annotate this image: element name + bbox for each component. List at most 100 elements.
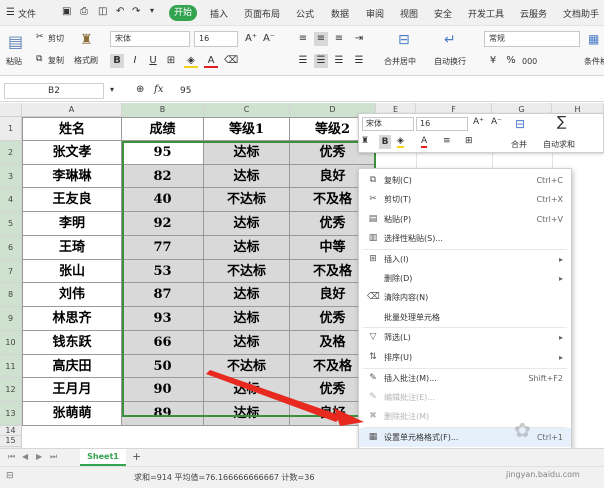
quick-access-dropdown-icon[interactable]: ▾ <box>150 6 154 15</box>
cut-icon[interactable]: ✂ <box>36 32 44 42</box>
mini-increase-font-icon[interactable]: A⁺ <box>473 117 484 127</box>
table-cell[interactable]: 张山 <box>22 259 122 284</box>
thousands-button[interactable]: 000 <box>522 57 537 66</box>
select-all-corner[interactable] <box>0 103 22 117</box>
italic-button[interactable]: I <box>128 54 142 68</box>
percent-button[interactable]: % <box>504 54 518 68</box>
paste-button[interactable]: 粘贴 <box>6 56 22 67</box>
mini-merge-icon[interactable]: ⊟ <box>515 117 525 131</box>
context-menu-item[interactable]: ✂ 剪切(T) Ctrl+X <box>359 190 571 209</box>
table-cell[interactable]: 达标 <box>204 140 290 165</box>
table-cell[interactable]: 82 <box>122 164 204 189</box>
table-cell[interactable]: 李琳琳 <box>22 164 122 189</box>
table-cell[interactable]: 达标 <box>204 164 290 189</box>
font-name-select[interactable]: 宋体 <box>110 31 190 47</box>
print-preview-icon[interactable]: ◫ <box>98 6 107 17</box>
bold-button[interactable]: B <box>110 54 124 68</box>
paste-icon[interactable]: ▤ <box>8 32 23 51</box>
formula-input[interactable]: 95 <box>176 84 600 99</box>
row-header-1[interactable]: 1 <box>0 117 22 141</box>
format-painter-icon[interactable]: ♜ <box>80 32 93 48</box>
fx-button[interactable]: fx <box>154 84 163 95</box>
table-cell[interactable]: 不达标 <box>204 259 290 284</box>
context-menu-item[interactable]: ▽ 筛选(L) ▸ <box>359 328 571 347</box>
table-cell[interactable]: 93 <box>122 307 204 331</box>
header-cell[interactable]: 等级1 <box>204 117 290 141</box>
row-header-4[interactable]: 4 <box>0 188 22 212</box>
mini-border-icon[interactable]: ⊞ <box>465 136 473 146</box>
underline-button[interactable]: U <box>146 54 160 68</box>
row-header-11[interactable]: 11 <box>0 354 22 379</box>
print-icon[interactable]: ⎙ <box>80 6 88 17</box>
next-sheet-icon[interactable]: ▶ <box>36 452 42 461</box>
mini-bold-button[interactable]: B <box>379 135 391 149</box>
table-cell[interactable]: 张萌萌 <box>22 402 122 426</box>
border-icon[interactable]: ⊞ <box>164 54 178 68</box>
context-menu-item[interactable]: ▥ 选择性粘贴(S)... <box>359 229 571 248</box>
table-cell[interactable]: 不达标 <box>204 188 290 212</box>
context-menu-item[interactable]: ⧉ 复制(C) Ctrl+C <box>359 171 571 190</box>
merge-center-icon[interactable]: ⊟ <box>398 32 410 48</box>
auto-wrap-button[interactable]: 自动换行 <box>434 56 466 67</box>
table-cell[interactable]: 林思齐 <box>22 307 122 331</box>
row-header-2[interactable]: 2 <box>0 140 22 165</box>
tab-security[interactable]: 安全 <box>434 7 452 20</box>
tab-view[interactable]: 视图 <box>400 7 418 20</box>
format-painter-button[interactable]: 格式刷 <box>74 55 98 66</box>
name-box-dropdown-icon[interactable]: ▾ <box>110 85 114 94</box>
table-cell[interactable]: 张文孝 <box>22 140 122 165</box>
cond-format-icon[interactable]: ▦ <box>588 32 599 46</box>
mini-font-name[interactable]: 宋体 <box>362 117 414 131</box>
table-cell[interactable]: 89 <box>122 402 204 426</box>
fill-color-icon[interactable]: ◈ <box>184 54 198 68</box>
mini-font-size[interactable]: 16 <box>416 117 468 131</box>
row-header-8[interactable]: 8 <box>0 283 22 307</box>
context-menu-item[interactable]: ⇅ 排序(U) ▸ <box>359 348 571 367</box>
mini-merge-button[interactable]: 合并 <box>511 139 527 150</box>
table-cell[interactable]: 钱东跃 <box>22 330 122 355</box>
undo-icon[interactable]: ↶ <box>116 6 124 17</box>
header-cell[interactable]: 成绩 <box>122 117 204 141</box>
row-header-10[interactable]: 10 <box>0 330 22 355</box>
clear-format-icon[interactable]: ⌫ <box>224 54 238 68</box>
mini-font-color-icon[interactable]: A <box>421 136 428 148</box>
first-sheet-icon[interactable]: ⏮ <box>8 452 15 462</box>
copy-button[interactable]: 复制 <box>48 55 64 66</box>
copy-icon[interactable]: ⧉ <box>36 54 42 64</box>
tab-review[interactable]: 审阅 <box>366 7 384 20</box>
decrease-font-icon[interactable]: A⁻ <box>262 32 276 46</box>
row-header-5[interactable]: 5 <box>0 212 22 236</box>
wrap-text-icon[interactable]: ↵ <box>444 32 456 48</box>
name-box[interactable]: B2 <box>4 83 104 99</box>
row-header-6[interactable]: 6 <box>0 235 22 260</box>
mini-sigma-icon[interactable]: ∑ <box>557 114 566 130</box>
table-cell[interactable]: 92 <box>122 212 204 236</box>
table-cell[interactable]: 刘伟 <box>22 283 122 307</box>
mini-format-painter-icon[interactable]: ♜ <box>361 136 369 146</box>
table-cell[interactable]: 达标 <box>204 283 290 307</box>
table-cell[interactable]: 77 <box>122 235 204 260</box>
row-header-14[interactable]: 14 <box>0 425 22 437</box>
mini-fill-color-icon[interactable]: ◈ <box>397 136 404 148</box>
cut-button[interactable]: 剪切 <box>48 33 64 44</box>
column-header-c[interactable]: C <box>204 103 290 117</box>
indent-icon[interactable]: ⇥ <box>352 32 366 46</box>
zoom-icon[interactable]: ⊕ <box>136 84 144 95</box>
row-header-12[interactable]: 12 <box>0 378 22 402</box>
file-menu[interactable]: 文件 <box>18 7 36 20</box>
context-menu-item[interactable]: ✎ 插入批注(M)... Shift+F2 <box>359 369 571 388</box>
last-sheet-icon[interactable]: ⏭ <box>50 452 57 462</box>
column-header-a[interactable]: A <box>22 103 122 117</box>
table-cell[interactable]: 达标 <box>204 235 290 260</box>
font-size-select[interactable]: 16 <box>194 31 238 47</box>
currency-button[interactable]: ¥ <box>486 54 500 68</box>
mini-decrease-font-icon[interactable]: A⁻ <box>491 117 502 127</box>
align-middle-icon[interactable]: ≡ <box>314 32 328 46</box>
table-cell[interactable]: 达标 <box>204 212 290 236</box>
merge-center-button[interactable]: 合并居中 <box>384 56 416 67</box>
tab-insert[interactable]: 插入 <box>210 7 228 20</box>
table-cell[interactable]: 90 <box>122 378 204 402</box>
row-header-13[interactable]: 13 <box>0 402 22 426</box>
row-header-7[interactable]: 7 <box>0 259 22 284</box>
row-header-3[interactable]: 3 <box>0 164 22 189</box>
